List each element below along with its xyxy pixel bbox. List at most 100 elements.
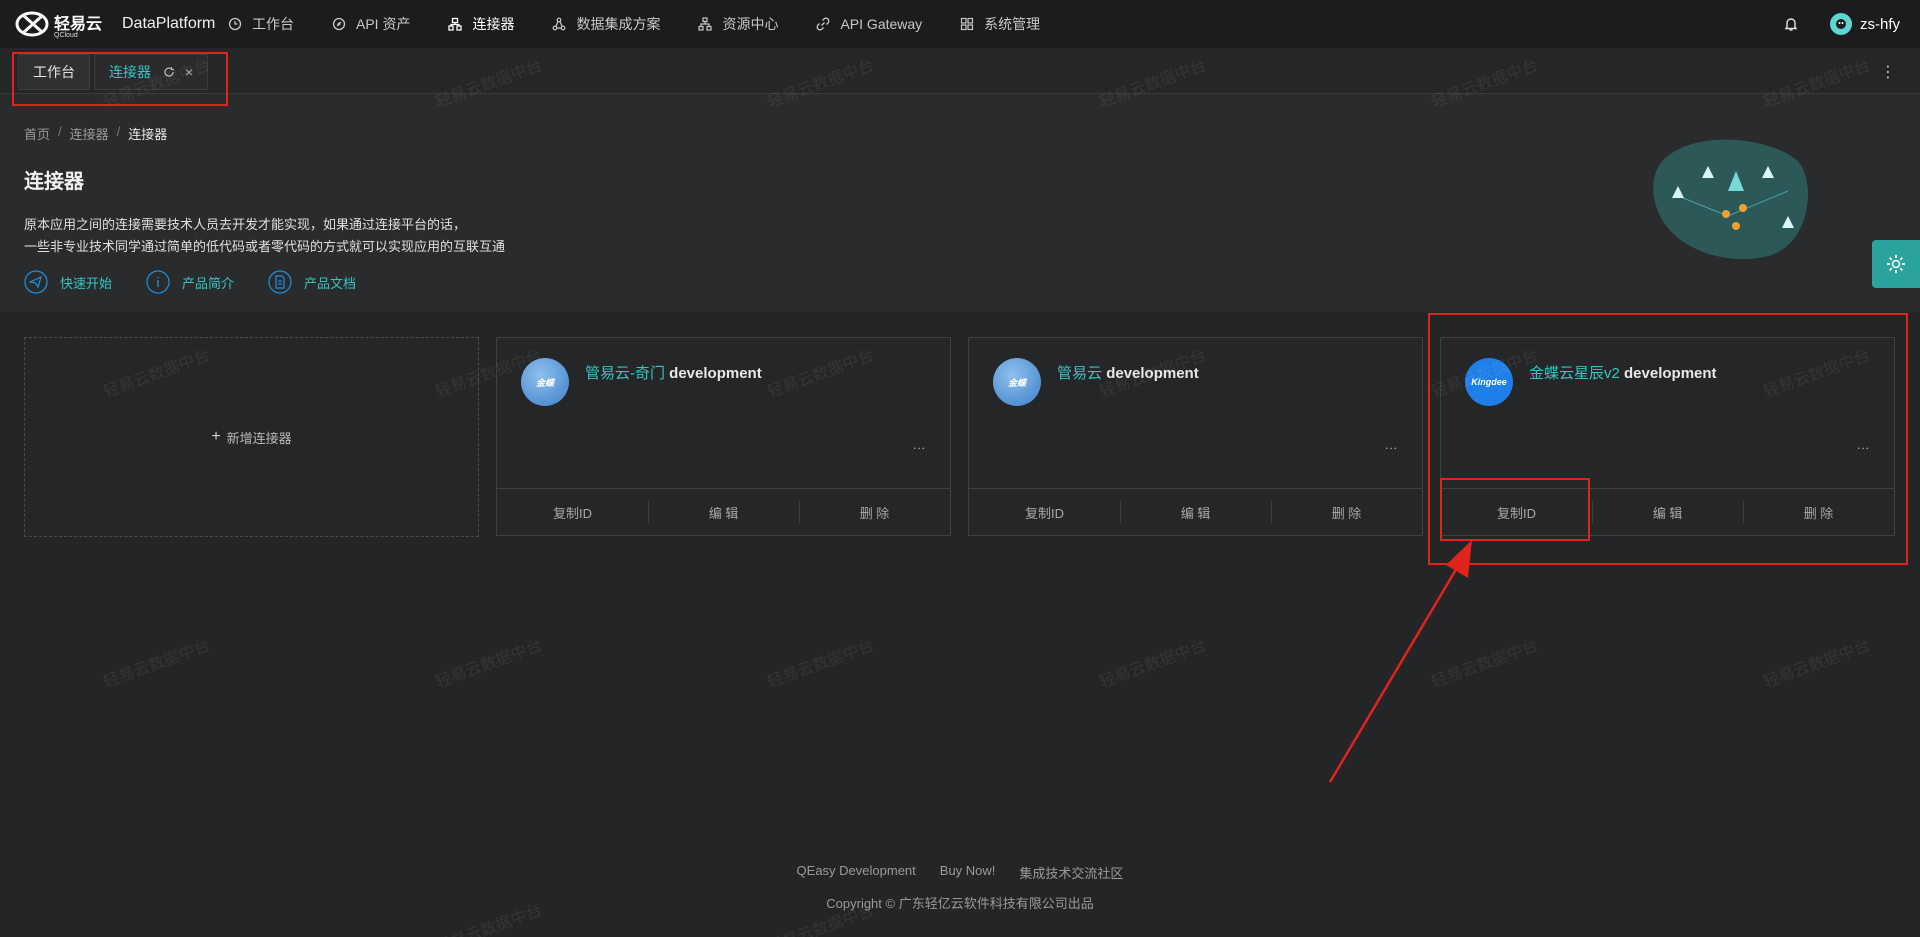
app-name: DataPlatform — [122, 15, 216, 32]
product-docs-link[interactable]: 产品文档 — [268, 270, 356, 294]
description-line-2: 一些非专业技术同学通过简单的低代码或者零代码的方式就可以实现应用的互联互通 — [24, 239, 506, 254]
connector-logo-icon: 金蝶 — [993, 358, 1041, 406]
document-icon — [268, 270, 292, 294]
nav-connectors[interactable]: 连接器 — [448, 14, 514, 34]
card-title-cn: 金蝶云星辰v2 — [1529, 365, 1620, 382]
connector-card[interactable]: 金蝶 管易云-奇门 development ... 复制ID 编 辑 删 除 — [496, 337, 951, 536]
copy-id-button[interactable]: 复制ID — [497, 503, 648, 522]
compass-icon — [332, 17, 346, 31]
hierarchy-icon — [698, 17, 713, 31]
nav-integration-solutions[interactable]: 数据集成方案 — [552, 14, 660, 34]
info-icon — [146, 270, 170, 294]
card-actions: 复制ID 编 辑 删 除 — [969, 488, 1422, 535]
user-area: zs-hfy — [1782, 0, 1900, 48]
product-intro-label: 产品简介 — [182, 275, 235, 291]
link-icon — [817, 17, 830, 31]
card-title-en: development — [669, 365, 762, 382]
footer-link-buy[interactable]: Buy Now! — [940, 863, 996, 882]
paper-plane-icon — [24, 270, 48, 294]
nav-resource-center-label: 资源中心 — [722, 16, 779, 32]
settings-float-button[interactable] — [1872, 240, 1920, 288]
more-menu-icon[interactable]: ⋮ — [1880, 62, 1896, 82]
nav-api-gateway[interactable]: API Gateway — [816, 16, 922, 32]
card-title-cn: 管易云 — [1057, 365, 1103, 382]
card-actions: 复制ID 编 辑 删 除 — [497, 488, 950, 535]
card-title[interactable]: 金蝶云星辰v2 development — [1529, 362, 1717, 383]
page-description: 原本应用之间的连接需要技术人员去开发才能实现，如果通过连接平台的话， 一些非专业… — [24, 214, 505, 258]
card-title[interactable]: 管易云-奇门 development — [585, 362, 762, 383]
nav-api-assets-label: API 资产 — [356, 16, 411, 32]
nav-integration-solutions-label: 数据集成方案 — [576, 16, 661, 32]
plus-icon: + — [211, 428, 221, 445]
footer-links: QEasy Development Buy Now! 集成技术交流社区 — [0, 863, 1920, 882]
refresh-icon[interactable] — [163, 66, 175, 78]
delete-button[interactable]: 删 除 — [1743, 500, 1894, 523]
logo-icon — [15, 11, 49, 37]
tab-workbench[interactable]: 工作台 — [18, 54, 90, 90]
tab-workbench-label: 工作台 — [33, 64, 75, 80]
nav-workbench[interactable]: 工作台 — [228, 14, 294, 34]
nav-api-assets[interactable]: API 资产 — [332, 14, 410, 34]
user-avatar-icon — [1835, 19, 1846, 29]
connector-icon — [448, 17, 463, 31]
breadcrumb-current: 连接器 — [128, 127, 168, 142]
connector-illustration-icon — [1653, 139, 1808, 260]
tab-close-icon[interactable]: × — [185, 64, 193, 80]
ellipsis-icon[interactable]: ... — [1857, 438, 1870, 452]
nav-system-management[interactable]: 系统管理 — [960, 14, 1040, 34]
avatar[interactable] — [1829, 13, 1852, 35]
card-title[interactable]: 管易云 development — [1057, 362, 1199, 383]
footer-link-community[interactable]: 集成技术交流社区 — [1019, 863, 1123, 882]
logo[interactable]: 轻易云 QCloud — [14, 7, 116, 41]
tab-connectors-label: 连接器 — [109, 64, 151, 80]
quick-start-link[interactable]: 快速开始 — [24, 270, 112, 294]
edit-button[interactable]: 编 辑 — [1592, 500, 1743, 523]
username[interactable]: zs-hfy — [1860, 16, 1900, 33]
ellipsis-icon[interactable]: ... — [913, 438, 926, 452]
gear-icon — [1887, 255, 1905, 273]
description-line-1: 原本应用之间的连接需要技术人员去开发才能实现，如果通过连接平台的话， — [24, 217, 467, 232]
card-title-en: development — [1106, 365, 1199, 382]
card-header: Kingdee 金蝶云星辰v2 development — [1465, 358, 1717, 406]
product-intro-link[interactable]: 产品简介 — [146, 270, 234, 294]
copy-id-button[interactable]: 复制ID — [969, 503, 1120, 522]
quick-start-label: 快速开始 — [60, 275, 113, 291]
footer-link-qeasy[interactable]: QEasy Development — [797, 863, 916, 882]
add-connector-card[interactable]: + 新增连接器 — [24, 337, 479, 537]
grid-icon — [961, 17, 974, 31]
nav-resource-center[interactable]: 资源中心 — [698, 14, 778, 34]
breadcrumb-separator: / — [116, 124, 121, 139]
nav-system-management-label: 系统管理 — [984, 16, 1041, 32]
bell-icon[interactable] — [1782, 15, 1800, 33]
breadcrumb: 首页 / 连接器 / 连接器 — [24, 124, 167, 143]
connector-card[interactable]: 金蝶 管易云 development ... 复制ID 编 辑 删 除 — [968, 337, 1423, 536]
add-connector-label: 新增连接器 — [226, 430, 292, 446]
top-nav-bar: 轻易云 QCloud DataPlatform 工作台 API 资产 连接器 数… — [0, 0, 1920, 48]
edit-button[interactable]: 编 辑 — [1120, 500, 1271, 523]
breadcrumb-connectors[interactable]: 连接器 — [70, 124, 109, 143]
card-title-cn: 管易云-奇门 — [585, 365, 665, 382]
card-title-en: development — [1624, 365, 1717, 382]
clock-icon — [228, 17, 242, 31]
tab-connectors[interactable]: 连接器 × — [94, 54, 209, 90]
quick-links: 快速开始 产品简介 产品文档 — [24, 270, 390, 294]
nav-workbench-label: 工作台 — [252, 16, 294, 32]
nav-api-gateway-label: API Gateway — [840, 16, 923, 32]
tabs-bar: 工作台 连接器 × — [0, 48, 1920, 94]
copy-id-button[interactable]: 复制ID — [1441, 503, 1592, 522]
network-icon — [553, 17, 566, 31]
copyright: Copyright © 广东轻亿云软件科技有限公司出品 — [826, 896, 1094, 911]
connector-card[interactable]: Kingdee 金蝶云星辰v2 development ... 复制ID 编 辑… — [1440, 337, 1895, 536]
card-header: 金蝶 管易云-奇门 development — [521, 358, 762, 406]
edit-button[interactable]: 编 辑 — [648, 500, 799, 523]
nav-connectors-label: 连接器 — [472, 16, 515, 32]
kingdee-logo-icon: Kingdee — [1465, 358, 1513, 406]
breadcrumb-separator: / — [58, 124, 62, 139]
breadcrumb-home[interactable]: 首页 — [24, 124, 50, 143]
card-header: 金蝶 管易云 development — [993, 358, 1199, 406]
ellipsis-icon[interactable]: ... — [1385, 438, 1398, 452]
delete-button[interactable]: 删 除 — [1271, 500, 1422, 523]
page-title: 连接器 — [24, 171, 84, 193]
delete-button[interactable]: 删 除 — [799, 500, 950, 523]
connector-logo-icon: 金蝶 — [521, 358, 569, 406]
